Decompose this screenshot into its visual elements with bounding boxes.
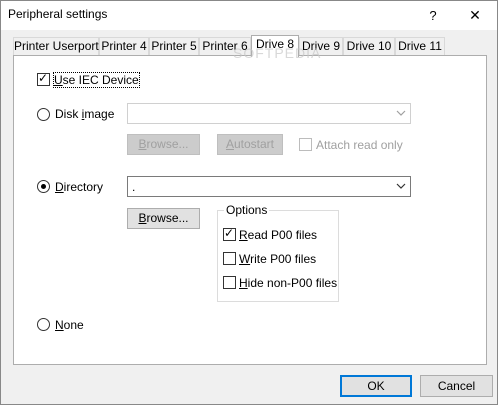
radio-selected-dot [41, 184, 46, 189]
tab-printer-userport[interactable]: Printer Userport [13, 37, 99, 56]
chevron-down-icon [396, 183, 406, 189]
hide-non-p00-checkbox[interactable] [223, 276, 236, 289]
directory-value: . [132, 180, 136, 194]
disk-image-browse-button[interactable]: Browse... [127, 134, 200, 155]
cancel-button[interactable]: Cancel [420, 375, 493, 397]
directory-browse-button[interactable]: Browse... [127, 208, 200, 229]
ok-button[interactable]: OK [340, 375, 412, 397]
attach-read-only-label[interactable]: Attach read only [316, 138, 403, 152]
use-iec-label[interactable]: Use IEC Device [53, 72, 140, 88]
drive-8-panel: ✓ Use IEC Device Disk image Browse... Au… [13, 55, 487, 365]
tab-printer-4[interactable]: Printer 4 [99, 37, 149, 56]
window-title: Peripheral settings [8, 7, 108, 21]
attach-read-only-checkbox[interactable] [299, 138, 312, 151]
options-title: Options [224, 203, 270, 217]
none-label[interactable]: None [55, 318, 84, 332]
none-radio[interactable] [37, 318, 50, 331]
tab-label: Printer 4 [101, 39, 147, 53]
disk-image-label[interactable]: Disk image [55, 107, 114, 121]
watermark: SOFTPEDIA [233, 45, 322, 61]
write-p00-label[interactable]: Write P00 files [239, 252, 316, 266]
close-button[interactable]: ✕ [453, 1, 497, 30]
tab-drive-10[interactable]: Drive 10 [343, 37, 395, 56]
directory-radio[interactable] [37, 180, 50, 193]
tab-label: Printer Userport [14, 39, 99, 53]
tab-label: Drive 10 [346, 39, 392, 53]
directory-label[interactable]: Directory [55, 180, 103, 194]
disk-image-radio[interactable] [37, 108, 50, 121]
check-icon: ✓ [224, 226, 235, 240]
autostart-button[interactable]: Autostart [217, 134, 283, 155]
options-group: Options ✓ Read P00 files Write P00 files… [217, 203, 339, 302]
read-p00-checkbox[interactable]: ✓ [223, 226, 236, 241]
directory-combo[interactable]: . [127, 176, 411, 197]
title-bar[interactable]: Peripheral settings ? ✕ [1, 1, 497, 30]
help-button[interactable]: ? [415, 1, 451, 30]
read-p00-label[interactable]: Read P00 files [239, 228, 317, 242]
write-p00-checkbox[interactable] [223, 252, 236, 265]
chevron-down-icon [396, 110, 406, 116]
use-iec-checkbox[interactable]: ✓ [37, 71, 50, 86]
tab-label: Drive 11 [398, 39, 442, 53]
disk-image-combo[interactable] [127, 103, 411, 124]
hide-non-p00-label[interactable]: Hide non-P00 files [239, 276, 337, 290]
check-icon: ✓ [38, 71, 49, 85]
peripheral-settings-dialog: Peripheral settings ? ✕ Printer Userport… [0, 0, 498, 405]
tab-label: Printer 5 [151, 39, 197, 53]
tab-drive-11[interactable]: Drive 11 [395, 37, 445, 56]
tab-printer-5[interactable]: Printer 5 [149, 37, 199, 56]
